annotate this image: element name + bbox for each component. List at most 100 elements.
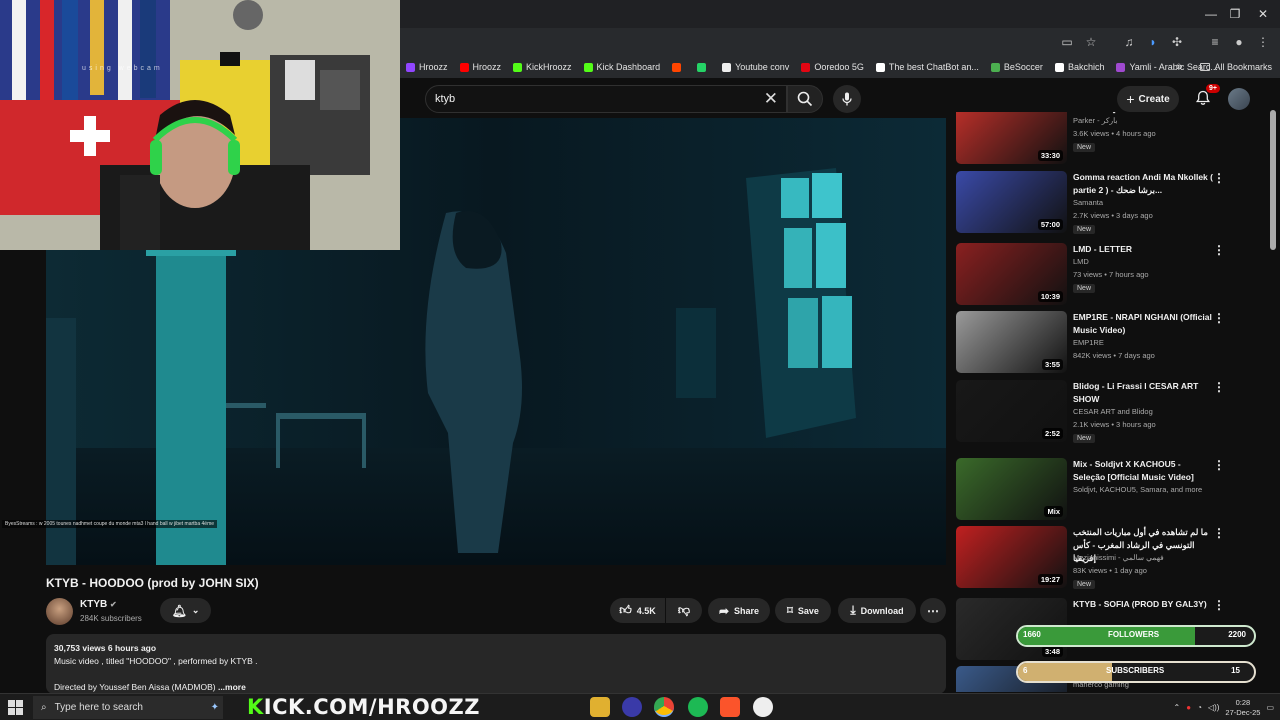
download-button[interactable]: ⤓ Download	[838, 598, 916, 623]
notification-center-icon[interactable]: ▭	[1266, 703, 1274, 712]
windows-start-icon[interactable]	[8, 700, 23, 715]
more-options-icon[interactable]: ⋮	[1213, 598, 1225, 612]
recommended-title[interactable]: Blidog - Li Frassi l CESAR ART SHOW	[1073, 380, 1213, 406]
bookmark-favicon-icon	[459, 62, 469, 72]
search-input[interactable]	[426, 86, 726, 112]
recommended-title[interactable]: ...IN MIX :تحدي	[1073, 112, 1213, 115]
recommended-video[interactable]: 57:00 Gomma reaction Andi Ma Nkollek ( pa…	[955, 171, 1255, 235]
video-thumbnail[interactable]: 19:27	[956, 526, 1067, 588]
recommended-video[interactable]: 10:39 LMD - LETTER LMD 73 views • 7 hours a…	[955, 243, 1255, 307]
video-thumbnail[interactable]: 3:55	[956, 311, 1067, 373]
more-options-icon[interactable]: ⋮	[1213, 380, 1225, 394]
recommended-video[interactable]: 19:27 ما لم تشاهده في أول مباريات المنتخب…	[955, 526, 1255, 590]
taskbar-search[interactable]: ⌕ Type here to search ✦	[33, 696, 223, 719]
bookmark-item[interactable]	[666, 56, 691, 78]
file-explorer-icon[interactable]	[590, 697, 610, 717]
more-options-icon[interactable]: ⋮	[1213, 458, 1225, 472]
bookmark-item[interactable]: Bakchich	[1049, 56, 1111, 78]
extension-music-icon[interactable]: ♫	[1120, 33, 1138, 51]
video-duration: 57:00	[1037, 219, 1063, 230]
bookmark-item[interactable]: Youtube conv	[716, 56, 795, 78]
kick-banner-text: ICK.COM/HROOZZ	[263, 695, 480, 719]
tray-app-icon[interactable]: ●	[1186, 703, 1191, 712]
volume-icon[interactable]: ◁))	[1208, 703, 1219, 712]
recommended-channel[interactable]: LMD	[1073, 257, 1089, 266]
bookmarks-overflow-button[interactable]: »	[1176, 61, 1182, 73]
bookmark-item[interactable]: Hroozz	[454, 56, 508, 78]
more-options-icon[interactable]: ⋮	[1213, 243, 1225, 257]
video-thumbnail[interactable]: 33:30	[956, 112, 1067, 164]
recommended-title[interactable]: LMD - LETTER	[1073, 243, 1213, 256]
tray-chevron-icon[interactable]: ⌃	[1174, 703, 1181, 712]
save-button[interactable]: ⌑ Save	[775, 598, 831, 623]
voice-search-button[interactable]	[833, 85, 861, 113]
more-actions-button[interactable]: ⋯	[920, 598, 946, 623]
chrome-icon[interactable]	[654, 697, 674, 717]
cast-icon[interactable]: ▭	[1058, 33, 1076, 51]
bookmark-item[interactable]: The best ChatBot an...	[870, 56, 985, 78]
bookmark-item[interactable]: KickHroozz	[507, 56, 578, 78]
channel-name[interactable]: KTYB ✔	[80, 599, 117, 610]
channel-avatar[interactable]	[46, 598, 73, 625]
video-thumbnail[interactable]: Mix	[956, 458, 1067, 520]
app-icon[interactable]	[753, 697, 773, 717]
more-options-icon[interactable]: ⋮	[1213, 171, 1225, 185]
recommended-title[interactable]: Gomma reaction Andi Ma Nkollek ( partie …	[1073, 171, 1213, 197]
recommended-channel[interactable]: Soldjvt, KACHOU5, Samara, and more	[1073, 485, 1202, 494]
more-options-icon[interactable]: ⋮	[1213, 526, 1225, 540]
extensions-icon[interactable]: ✣	[1168, 33, 1186, 51]
more-options-icon[interactable]: ⋮	[1213, 311, 1225, 325]
bookmark-item[interactable]: BeSoccer	[985, 56, 1049, 78]
all-bookmarks-link[interactable]: All Bookmarks	[1214, 62, 1272, 72]
bookmark-favicon-icon	[1116, 62, 1126, 72]
video-description[interactable]: 30,753 views 6 hours ago Music video , t…	[46, 634, 946, 694]
dislike-button[interactable]: 👎︎	[666, 598, 702, 623]
clock[interactable]: 0:28 27-Dec-25	[1225, 698, 1260, 718]
page-scrollbar[interactable]	[1270, 110, 1276, 250]
show-more-link[interactable]: ...more	[218, 682, 246, 692]
extension-audio-icon[interactable]: ◗	[1144, 33, 1162, 51]
notification-bell-button[interactable]: 🔔︎ ⌄	[160, 598, 211, 623]
video-thumbnail[interactable]: 10:39	[956, 243, 1067, 305]
subs-current: 6	[1023, 666, 1028, 675]
recommended-channel[interactable]: Samanta	[1073, 198, 1103, 207]
recommended-channel[interactable]: EMP1RE	[1073, 338, 1104, 347]
create-button[interactable]: + Create	[1117, 86, 1179, 112]
recommended-title[interactable]: KTYB - SOFIA (PROD BY GAL3Y)	[1073, 598, 1213, 611]
clear-search-icon[interactable]: ✕	[764, 89, 778, 109]
address-bar[interactable]: ▭ ☆ ♫ ◗ ✣ ≡ ● ⋮	[400, 28, 1280, 56]
stream-chat-line: ByesStreams : w 2005 tounes nadhmet coup…	[2, 520, 218, 528]
video-thumbnail[interactable]: 2:52	[956, 380, 1067, 442]
recommended-channel[interactable]: Mezianissimi - فهمي سالمي	[1073, 553, 1164, 562]
bookmark-star-icon[interactable]: ☆	[1082, 33, 1100, 51]
recommended-video[interactable]: 33:30 ...IN MIX :تحديParker - باركر 3.6K v…	[955, 112, 1255, 166]
recommended-title[interactable]: Mix - Soldjvt X KACHOU5 - Seleção [Offic…	[1073, 458, 1213, 484]
bookmark-item[interactable]: Hroozz	[400, 56, 454, 78]
like-button[interactable]: 👍︎ 4.5K	[610, 598, 665, 623]
recommended-channel[interactable]: CESAR ART and Blidog	[1073, 407, 1153, 416]
verified-icon: ✔	[110, 600, 117, 609]
account-avatar[interactable]	[1228, 88, 1250, 110]
queue-icon[interactable]: ≡	[1206, 33, 1224, 51]
brave-icon[interactable]	[720, 697, 740, 717]
streamer-webcam: using webcam	[0, 0, 400, 250]
recommended-video[interactable]: 2:52 Blidog - Li Frassi l CESAR ART SHOW C…	[955, 380, 1255, 444]
bookmark-item[interactable]	[691, 56, 716, 78]
recommended-channel[interactable]: Parker - باركر	[1073, 116, 1117, 125]
spotify-icon[interactable]	[688, 697, 708, 717]
recommended-title[interactable]: EMP1RE - NRAPI NGHANI (Official Music Vi…	[1073, 311, 1213, 337]
video-thumbnail[interactable]: 57:00	[956, 171, 1067, 233]
bookmark-favicon-icon	[1054, 62, 1064, 72]
browser-menu-icon[interactable]: ⋮	[1254, 33, 1272, 51]
bookmark-item[interactable]: Ooredoo 5G	[795, 56, 870, 78]
bookmark-item[interactable]: Kick Dashboard	[578, 56, 667, 78]
search-button[interactable]	[787, 85, 823, 113]
video-duration: 10:39	[1037, 291, 1063, 302]
share-button[interactable]: ➦ Share	[708, 598, 770, 623]
network-icon[interactable]: ◔	[1197, 703, 1202, 712]
recommended-video[interactable]: 3:55 EMP1RE - NRAPI NGHANI (Official Musi…	[955, 311, 1255, 375]
close-icon[interactable]: ✕	[1246, 0, 1280, 28]
recommended-video[interactable]: Mix Mix - Soldjvt X KACHOU5 - Seleção [Of…	[955, 458, 1255, 522]
obs-icon[interactable]	[622, 697, 642, 717]
profile-icon[interactable]: ●	[1230, 33, 1248, 51]
